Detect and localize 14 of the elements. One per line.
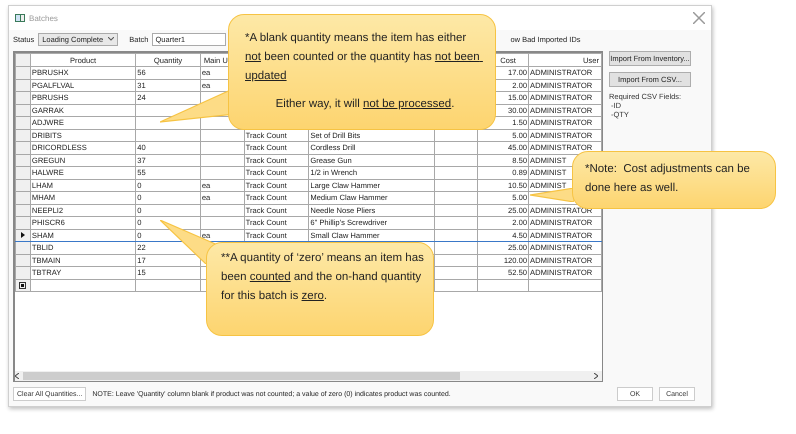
row-header[interactable] (16, 279, 30, 292)
chevron-icon (108, 37, 114, 41)
row-header[interactable] (16, 229, 30, 242)
callout-text: **A quantity of ‘zero’ means an item has been counted and the on-hand quantity for this batch is zero. (221, 251, 425, 304)
current-row-icon (20, 232, 25, 238)
callout-text: *Note: Cost adjustments can be done here as well. (585, 162, 751, 196)
close-icon[interactable] (693, 12, 705, 24)
window-title: Batches (29, 14, 59, 22)
scroll-right-icon[interactable] (594, 373, 598, 379)
scrollbar-thumb[interactable] (23, 372, 460, 380)
callout-text: Either way, it will not be processed. (274, 97, 456, 112)
window-icon (15, 14, 25, 22)
scroll-left-icon[interactable] (15, 373, 19, 379)
callout-text: *A blank quantity means the item has either not been counted or the quantity has not been updated (245, 31, 481, 84)
